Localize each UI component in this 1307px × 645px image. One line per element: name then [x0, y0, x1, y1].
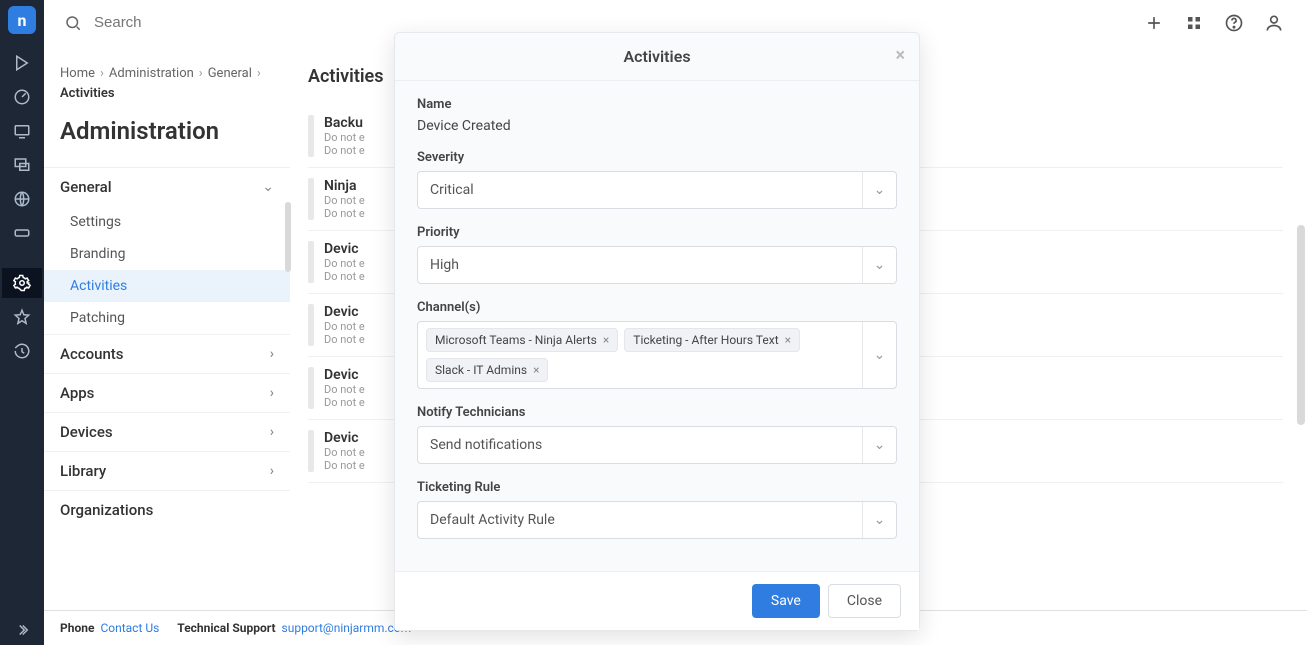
severity-select[interactable]: Critical ⌄ — [417, 171, 897, 209]
severity-value: Critical — [418, 174, 862, 206]
chevron-right-icon: › — [270, 463, 274, 479]
rail-devices-icon[interactable] — [2, 116, 42, 146]
notify-label: Notify Technicians — [417, 405, 897, 420]
name-value: Device Created — [417, 118, 897, 134]
severity-bar-icon — [308, 115, 314, 157]
chip-remove-icon[interactable]: × — [533, 363, 539, 377]
chevron-down-icon: ⌄ — [862, 247, 896, 283]
chevron-right-icon: › — [270, 424, 274, 440]
chevron-right-icon: › — [270, 346, 274, 362]
name-label: Name — [417, 97, 897, 112]
channels-label: Channel(s) — [417, 300, 897, 315]
channel-chip: Ticketing - After Hours Text × — [624, 328, 800, 352]
chevron-right-icon: › — [270, 385, 274, 401]
notify-select[interactable]: Send notifications ⌄ — [417, 426, 897, 464]
nav-library-label: Library — [60, 462, 106, 480]
nav-devices-label: Devices — [60, 423, 113, 441]
nav-branding[interactable]: Branding — [44, 238, 290, 270]
channel-chip: Microsoft Teams - Ninja Alerts × — [426, 328, 618, 352]
chevron-down-icon: ⌄ — [862, 427, 896, 463]
chevron-down-icon: ⌄ — [262, 179, 274, 195]
chip-label: Ticketing - After Hours Text — [633, 333, 778, 347]
save-button[interactable]: Save — [752, 584, 820, 618]
crumb-home[interactable]: Home — [60, 66, 95, 81]
priority-value: High — [418, 249, 862, 281]
activities-modal: Activities × Name Device Created Severit… — [394, 32, 920, 631]
sidebar: Home › Administration › General › Activi… — [44, 46, 290, 610]
close-button[interactable]: Close — [828, 584, 901, 618]
add-icon[interactable] — [1141, 10, 1167, 36]
rail-history-icon[interactable] — [2, 336, 42, 366]
nav-devices[interactable]: Devices › — [44, 412, 290, 451]
notify-value: Send notifications — [418, 429, 862, 461]
nav-activities[interactable]: Activities — [44, 270, 290, 302]
priority-select[interactable]: High ⌄ — [417, 246, 897, 284]
user-icon[interactable] — [1261, 10, 1287, 36]
nav-settings[interactable]: Settings — [44, 206, 290, 238]
severity-bar-icon — [308, 241, 314, 283]
search-icon — [64, 14, 82, 32]
severity-label: Severity — [417, 150, 897, 165]
priority-label: Priority — [417, 225, 897, 240]
rail-star-icon[interactable] — [2, 302, 42, 332]
nav-apps-label: Apps — [60, 384, 94, 402]
breadcrumb: Home › Administration › General › Activi… — [44, 66, 290, 101]
footer-contact-link[interactable]: Contact Us — [100, 621, 159, 635]
help-icon[interactable] — [1221, 10, 1247, 36]
logo[interactable]: n — [8, 6, 36, 34]
close-icon[interactable]: × — [895, 45, 905, 66]
chevron-down-icon: ⌄ — [862, 322, 896, 388]
chevron-down-icon: ⌄ — [862, 172, 896, 208]
page-scrollbar[interactable] — [1297, 225, 1305, 425]
nav-accounts[interactable]: Accounts › — [44, 334, 290, 373]
modal-header: Activities × — [395, 33, 919, 81]
severity-bar-icon — [308, 430, 314, 472]
ticketing-label: Ticketing Rule — [417, 480, 897, 495]
search-input[interactable] — [94, 14, 293, 31]
chip-label: Slack - IT Admins — [435, 363, 527, 377]
rail-dashboard-icon[interactable] — [2, 82, 42, 112]
nav-accounts-label: Accounts — [60, 345, 124, 363]
channels-select[interactable]: Microsoft Teams - Ninja Alerts × Ticketi… — [417, 321, 897, 389]
rail-globe-icon[interactable] — [2, 184, 42, 214]
crumb-general[interactable]: General — [208, 66, 252, 81]
chevron-down-icon: ⌄ — [862, 502, 896, 538]
footer-support-email[interactable]: support@ninjarmm.com — [282, 621, 412, 635]
modal-title: Activities — [623, 47, 690, 66]
rail-monitor-icon[interactable] — [2, 150, 42, 180]
severity-bar-icon — [308, 367, 314, 409]
severity-bar-icon — [308, 178, 314, 220]
ticketing-select[interactable]: Default Activity Rule ⌄ — [417, 501, 897, 539]
ticketing-value: Default Activity Rule — [418, 504, 862, 536]
nav-organizations[interactable]: Organizations — [44, 490, 290, 529]
rail-expand-icon[interactable] — [2, 615, 42, 645]
crumb-activities: Activities — [60, 86, 115, 101]
chip-remove-icon[interactable]: × — [785, 333, 791, 347]
modal-footer: Save Close — [395, 571, 919, 630]
chip-remove-icon[interactable]: × — [603, 333, 609, 347]
left-rail: n — [0, 0, 44, 645]
apps-grid-icon[interactable] — [1181, 10, 1207, 36]
rail-getting-started-icon[interactable] — [2, 48, 42, 78]
nav-patching[interactable]: Patching — [44, 302, 290, 334]
nav-library[interactable]: Library › — [44, 451, 290, 490]
nav-apps[interactable]: Apps › — [44, 373, 290, 412]
page-title: Administration — [44, 117, 290, 145]
severity-bar-icon — [308, 304, 314, 346]
footer-phone-label: Phone — [60, 621, 94, 635]
rail-ticket-icon[interactable] — [2, 218, 42, 248]
crumb-admin[interactable]: Administration — [109, 66, 194, 81]
chip-label: Microsoft Teams - Ninja Alerts — [435, 333, 597, 347]
nav-general-label: General — [60, 178, 112, 196]
channel-chip: Slack - IT Admins × — [426, 358, 548, 382]
rail-settings-icon[interactable] — [2, 268, 42, 298]
footer-support-label: Technical Support — [177, 621, 275, 635]
nav-general[interactable]: General ⌄ — [44, 167, 290, 206]
nav-organizations-label: Organizations — [60, 501, 153, 519]
